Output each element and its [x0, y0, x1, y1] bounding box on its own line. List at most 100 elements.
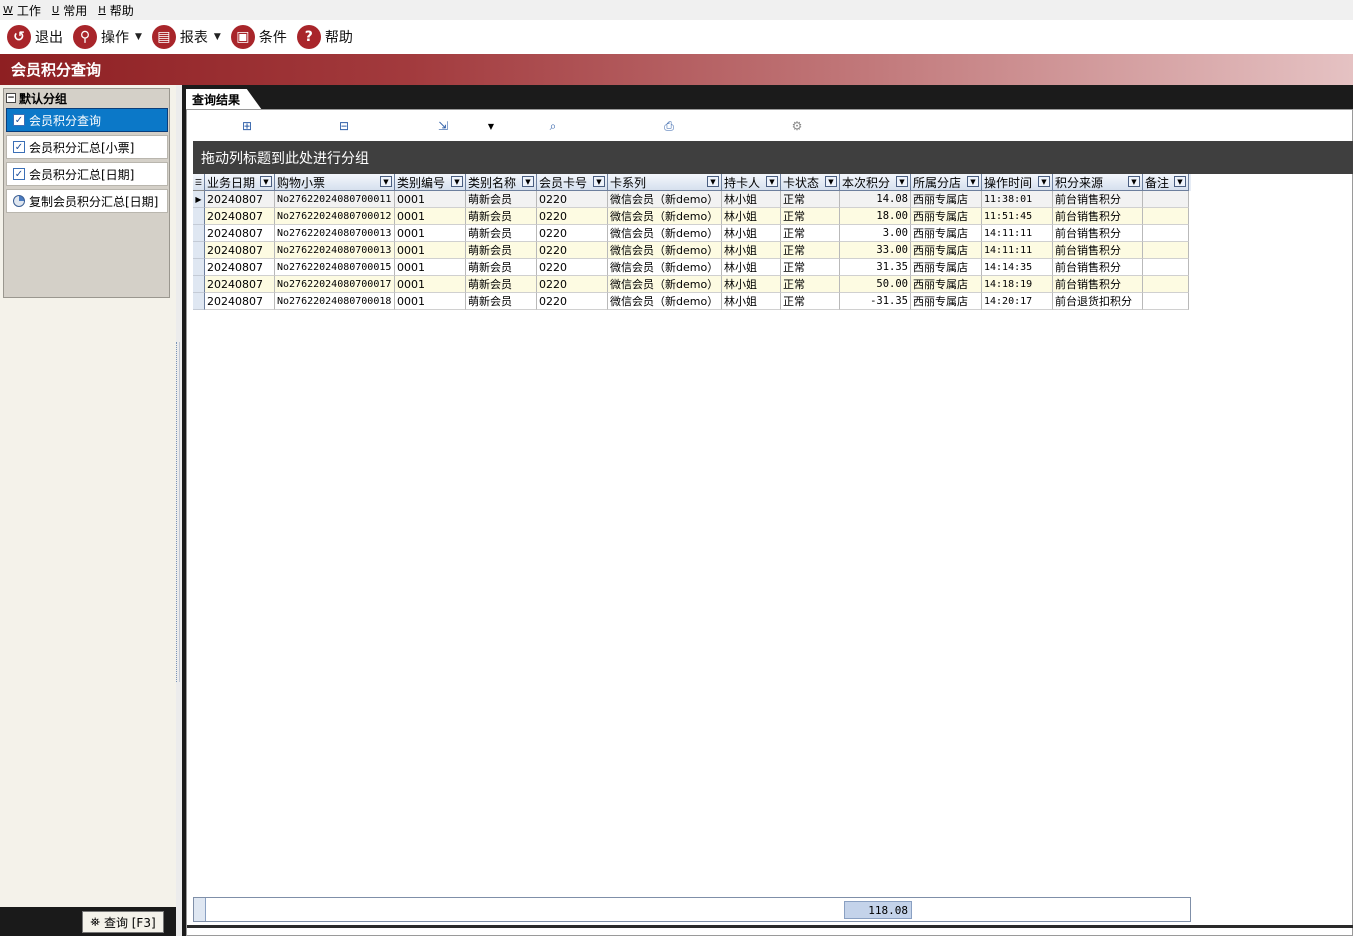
- cell-card-number: 0220: [537, 191, 608, 208]
- cell-store: 西丽专属店: [911, 276, 982, 293]
- col-header-remark[interactable]: 备注 ▼: [1143, 174, 1189, 191]
- group-by-area[interactable]: 拖动列标题到此处进行分组: [193, 141, 1353, 174]
- cell-card-status: 正常: [781, 293, 840, 310]
- group-item-copy-points-summary-date[interactable]: 复制会员积分汇总[日期]: [6, 189, 168, 213]
- filter-dropdown-icon[interactable]: ▼: [380, 176, 392, 187]
- group-header[interactable]: − 默认分组: [4, 89, 169, 107]
- printer-icon: ▤: [151, 25, 176, 49]
- cell-category-code: 0001: [395, 242, 466, 259]
- cell-points-source: 前台销售积分: [1053, 276, 1143, 293]
- cell-card-status: 正常: [781, 225, 840, 242]
- cell-holder: 林小姐: [722, 242, 781, 259]
- operate-button[interactable]: ⚲ 操作 ▼: [73, 25, 142, 49]
- row-indicator: [193, 276, 205, 293]
- table-row[interactable]: 20240807 No27622024080700013 0001 萌新会员 0…: [193, 242, 1191, 259]
- col-header-points-source[interactable]: 积分来源 ▼: [1053, 174, 1143, 191]
- col-header-business-date[interactable]: 业务日期 ▼: [205, 174, 275, 191]
- filter-dropdown-icon[interactable]: ▼: [1128, 176, 1140, 187]
- table-row[interactable]: 20240807 No27622024080700018 0001 萌新会员 0…: [193, 293, 1191, 310]
- report-button[interactable]: ▤ 报表 ▼: [151, 25, 221, 49]
- menu-help[interactable]: H 帮助: [98, 2, 134, 19]
- filter-dropdown-icon[interactable]: ▼: [522, 176, 534, 187]
- export-icon[interactable]: ⇲: [435, 118, 451, 134]
- cell-remark: [1143, 242, 1189, 259]
- collapse-icon[interactable]: −: [6, 93, 16, 103]
- checkbox-icon: ✓: [13, 114, 25, 126]
- query-button[interactable]: ⛯ 查询 [F3]: [82, 911, 164, 933]
- find-icon[interactable]: ⌕: [545, 118, 561, 134]
- filter-dropdown-icon[interactable]: ▼: [593, 176, 605, 187]
- group-item-label: 复制会员积分汇总[日期]: [29, 194, 159, 209]
- exit-button[interactable]: ↺ 退出: [7, 25, 63, 49]
- cell-holder: 林小姐: [722, 293, 781, 310]
- filter-dropdown-icon[interactable]: ▼: [967, 176, 979, 187]
- filter-dropdown-icon[interactable]: ▼: [825, 176, 837, 187]
- col-header-store[interactable]: 所属分店 ▼: [911, 174, 982, 191]
- cell-ticket: No27622024080700018: [275, 293, 395, 310]
- cell-category-code: 0001: [395, 225, 466, 242]
- col-title: 卡状态: [783, 175, 820, 190]
- row-indicator: [193, 293, 205, 310]
- help-label: 帮助: [324, 30, 353, 46]
- col-header-op-time[interactable]: 操作时间 ▼: [982, 174, 1053, 191]
- table-row[interactable]: 20240807 No27622024080700012 0001 萌新会员 0…: [193, 208, 1191, 225]
- col-header-category-code[interactable]: 类别编号 ▼: [395, 174, 466, 191]
- cell-points: 18.00: [840, 208, 911, 225]
- group-item-member-points-query[interactable]: ✓ 会员积分查询: [6, 108, 168, 132]
- grid-header-row: ☰ 业务日期 ▼ 购物小票 ▼ 类别编号 ▼ 类别名称 ▼ 会员卡号 ▼ 卡系列 ▼ 持卡人…: [193, 174, 1191, 191]
- col-header-points[interactable]: 本次积分 ▼: [840, 174, 911, 191]
- cell-card-series: 微信会员（新demo）: [608, 259, 722, 276]
- col-header-card-series[interactable]: 卡系列 ▼: [608, 174, 722, 191]
- group-item-points-summary-ticket[interactable]: ✓ 会员积分汇总[小票]: [6, 135, 168, 159]
- col-header-category-name[interactable]: 类别名称 ▼: [466, 174, 537, 191]
- group-by-icon[interactable]: ⊞: [239, 118, 255, 134]
- table-row[interactable]: ▶ 20240807 No27622024080700011 0001 萌新会员…: [193, 191, 1191, 208]
- ungroup-icon[interactable]: ⊟: [336, 118, 352, 134]
- chevron-down-icon[interactable]: ▼: [483, 118, 499, 134]
- menu-work[interactable]: W 工作: [3, 2, 41, 19]
- col-header-ticket[interactable]: 购物小票 ▼: [275, 174, 395, 191]
- col-title: 类别名称: [468, 175, 517, 190]
- right-pane: 查询结果 ⊞ ⊟ ⇲ ▼ ⌕ ⎙ ⚙ 拖动列标题到此处进行分组 ☰ 业务日期 ▼ …: [182, 85, 1353, 936]
- group-by-hint: 拖动列标题到此处进行分组: [201, 150, 369, 167]
- filter-dropdown-icon[interactable]: ▼: [1038, 176, 1050, 187]
- cell-points-source: 前台销售积分: [1053, 259, 1143, 276]
- binoculars-icon: ⛯: [90, 914, 100, 929]
- cell-category-name: 萌新会员: [466, 259, 537, 276]
- table-row[interactable]: 20240807 No27622024080700015 0001 萌新会员 0…: [193, 259, 1191, 276]
- cell-card-series: 微信会员（新demo）: [608, 293, 722, 310]
- row-indicator: [193, 225, 205, 242]
- result-grid: ☰ 业务日期 ▼ 购物小票 ▼ 类别编号 ▼ 类别名称 ▼ 会员卡号 ▼ 卡系列 ▼ 持卡人…: [193, 174, 1191, 310]
- filter-dropdown-icon[interactable]: ▼: [260, 176, 272, 187]
- filter-dropdown-icon[interactable]: ▼: [766, 176, 778, 187]
- col-header-holder[interactable]: 持卡人 ▼: [722, 174, 781, 191]
- print-icon[interactable]: ⎙: [661, 118, 677, 134]
- cell-ticket: No27622024080700011: [275, 191, 395, 208]
- menu-common[interactable]: U 常用: [52, 2, 87, 19]
- condition-button[interactable]: ▣ 条件: [230, 25, 287, 49]
- tab-query-result[interactable]: 查询结果: [186, 89, 262, 110]
- cell-business-date: 20240807: [205, 259, 275, 276]
- filter-dropdown-icon[interactable]: ▼: [707, 176, 719, 187]
- pie-chart-icon: [13, 195, 25, 207]
- group-item-label: 会员积分查询: [29, 113, 102, 128]
- footer-indicator: [194, 898, 206, 921]
- cell-business-date: 20240807: [205, 276, 275, 293]
- splitter-grip[interactable]: [176, 342, 180, 682]
- table-row[interactable]: 20240807 No27622024080700017 0001 萌新会员 0…: [193, 276, 1191, 293]
- col-header-card-status[interactable]: 卡状态 ▼: [781, 174, 840, 191]
- left-bottom-bar: ⛯ 查询 [F3]: [0, 907, 176, 936]
- table-row[interactable]: 20240807 No27622024080700013 0001 萌新会员 0…: [193, 225, 1191, 242]
- filter-dropdown-icon[interactable]: ▼: [896, 176, 908, 187]
- cell-card-series: 微信会员（新demo）: [608, 191, 722, 208]
- cell-remark: [1143, 191, 1189, 208]
- group-item-points-summary-date[interactable]: ✓ 会员积分汇总[日期]: [6, 162, 168, 186]
- column-chooser-icon[interactable]: ☰: [193, 174, 205, 191]
- filter-dropdown-icon[interactable]: ▼: [451, 176, 463, 187]
- settings-icon[interactable]: ⚙: [789, 118, 805, 134]
- cell-category-name: 萌新会员: [466, 191, 537, 208]
- col-header-card-number[interactable]: 会员卡号 ▼: [537, 174, 608, 191]
- filter-dropdown-icon[interactable]: ▼: [1174, 176, 1186, 187]
- help-button[interactable]: ? 帮助: [296, 25, 353, 49]
- cell-op-time: 11:51:45: [982, 208, 1053, 225]
